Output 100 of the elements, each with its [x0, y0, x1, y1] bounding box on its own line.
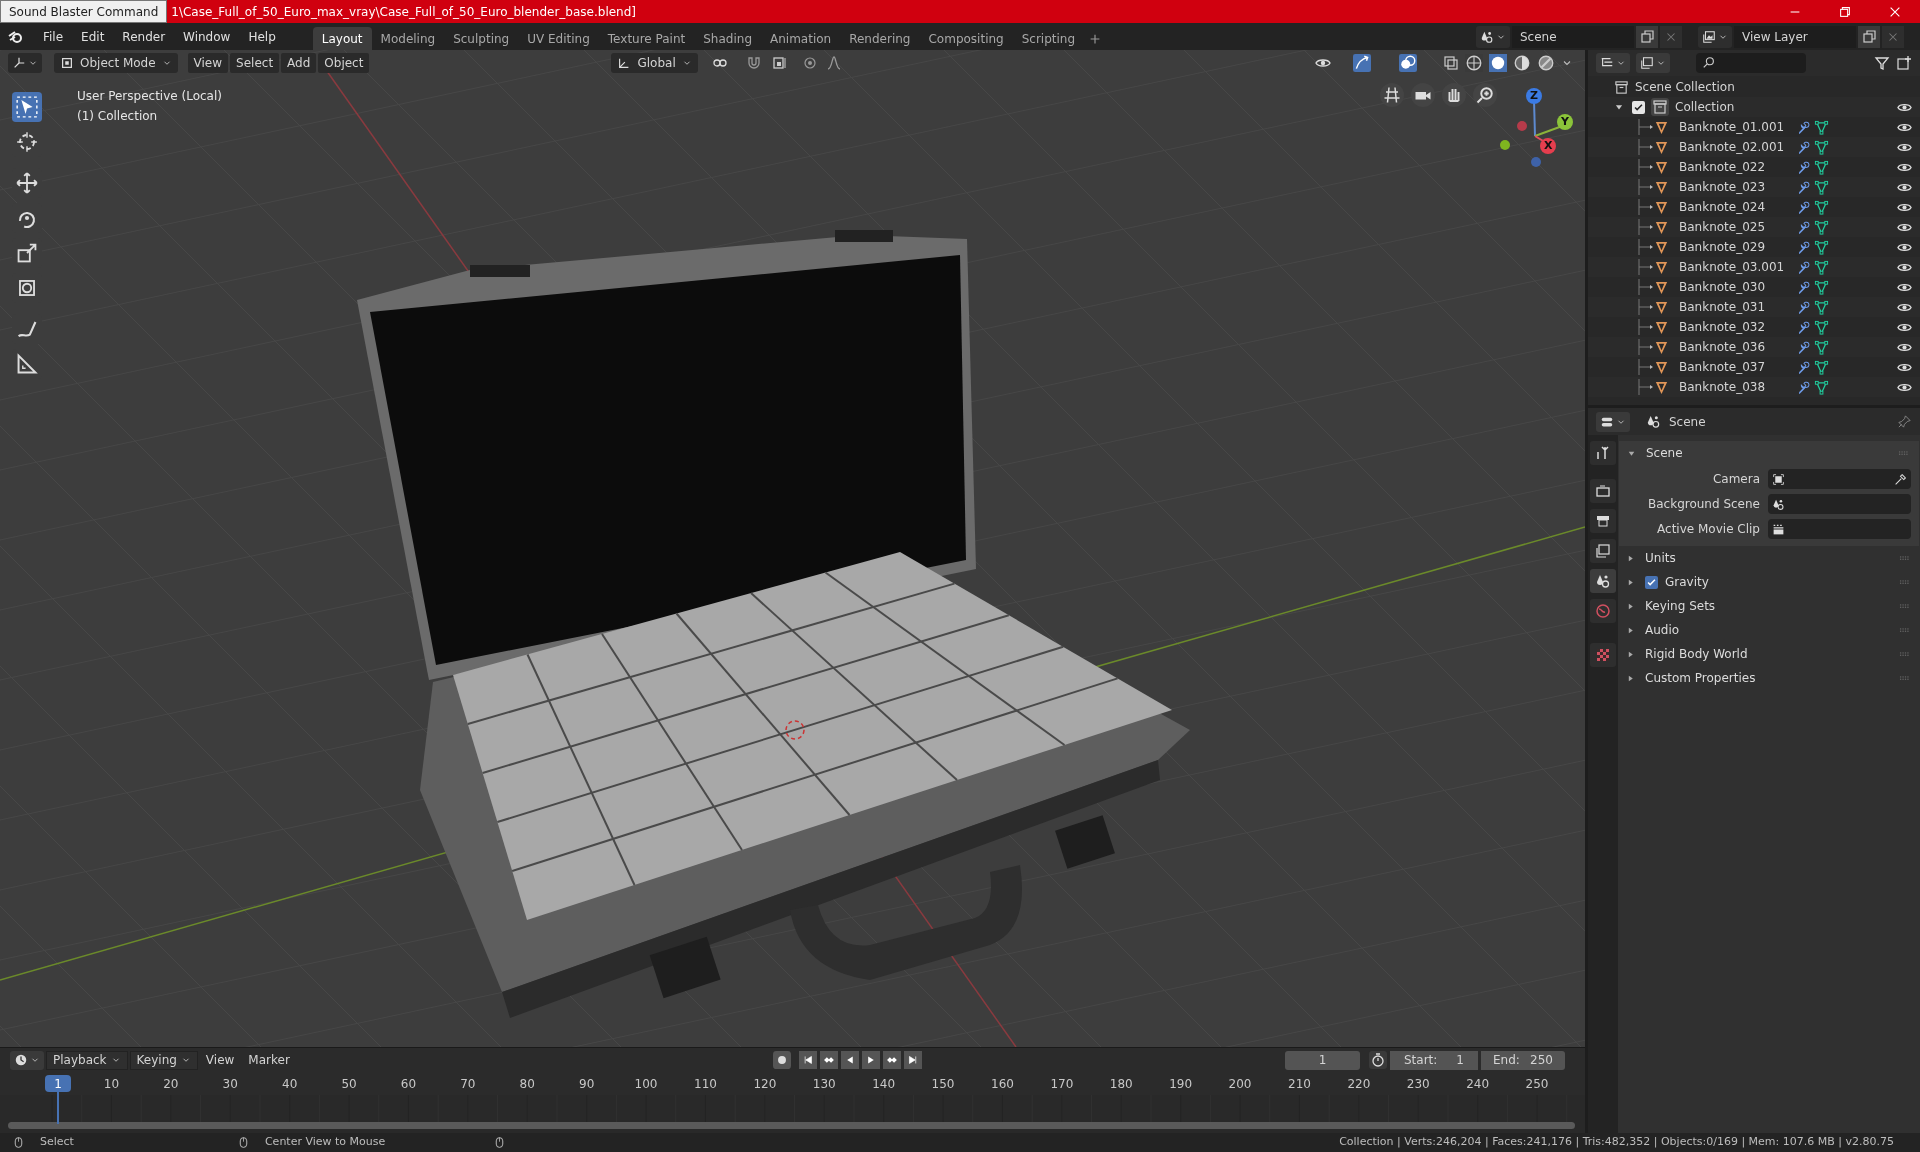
wrench-icon[interactable] — [1797, 280, 1811, 294]
tree-branch-icon[interactable] — [1638, 357, 1654, 377]
wrench-icon[interactable] — [1797, 340, 1811, 354]
display-mode-selector[interactable] — [1636, 53, 1670, 73]
outliner-item[interactable]: Banknote_025 — [1679, 218, 1791, 236]
workspace-tab[interactable]: UV Editing — [518, 27, 599, 50]
hand-icon[interactable] — [1442, 83, 1466, 107]
editor-type-selector[interactable] — [10, 1050, 44, 1070]
outliner-item[interactable]: Banknote_036 — [1679, 338, 1791, 356]
search-field[interactable] — [1696, 53, 1806, 73]
wrench-icon[interactable] — [1797, 140, 1811, 154]
grid-icon[interactable] — [1380, 83, 1404, 107]
wrench-icon[interactable] — [1797, 240, 1811, 254]
outliner-item[interactable]: Scene Collection — [1635, 78, 1735, 96]
mesh-data-icon[interactable] — [1814, 319, 1829, 335]
zoom-icon[interactable] — [1473, 83, 1497, 107]
view-layer-selector[interactable] — [1698, 25, 1732, 48]
panel-title[interactable]: Keying Sets — [1645, 597, 1716, 615]
select-box-icon[interactable] — [10, 92, 44, 122]
panel-title[interactable]: Scene — [1646, 444, 1683, 462]
panel-title[interactable]: Units — [1645, 549, 1676, 567]
menu-item[interactable]: Playback — [46, 1050, 128, 1070]
menu-item[interactable]: Marker — [242, 1050, 296, 1070]
camera-icon[interactable] — [1411, 83, 1435, 107]
checkbox[interactable] — [1632, 100, 1645, 114]
disclosure-triangle-icon[interactable] — [1626, 577, 1635, 587]
wrench-icon[interactable] — [1797, 160, 1811, 174]
checkbox[interactable] — [1645, 575, 1658, 589]
restore-icon[interactable] — [1838, 5, 1852, 19]
snap-icon[interactable] — [771, 54, 788, 71]
menu-item[interactable]: Render — [115, 25, 173, 48]
workspace-tab[interactable]: Rendering — [840, 27, 920, 50]
pin-icon[interactable] — [1897, 414, 1912, 429]
solid-shading-icon[interactable] — [1489, 53, 1507, 72]
workspace-tab[interactable]: Layout — [312, 27, 372, 50]
close-icon[interactable] — [1660, 25, 1682, 48]
outliner-item[interactable]: Banknote_031 — [1679, 298, 1791, 316]
filter-icon[interactable] — [1874, 55, 1890, 71]
panel-title[interactable]: Rigid Body World — [1645, 645, 1748, 663]
disclosure-triangle-icon[interactable] — [1626, 553, 1635, 563]
mesh-data-icon[interactable] — [1814, 159, 1829, 175]
wrench-icon[interactable] — [1797, 300, 1811, 314]
scrollbar[interactable] — [8, 1122, 1575, 1129]
disclosure-triangle-icon[interactable] — [1626, 649, 1635, 659]
xray-icon[interactable] — [1443, 54, 1459, 71]
workspace-tab[interactable]: Animation — [761, 27, 841, 50]
mesh-data-icon[interactable] — [1814, 279, 1829, 295]
stopwatch-icon[interactable] — [1369, 1051, 1387, 1069]
editor-type-selector[interactable] — [8, 52, 42, 73]
view-layer-field[interactable]: View Layer — [1734, 25, 1856, 48]
outliner-item[interactable]: Banknote_030 — [1679, 278, 1791, 296]
record-icon[interactable] — [772, 1051, 791, 1069]
copy-icon[interactable] — [1636, 25, 1658, 48]
tree-branch-icon[interactable] — [1638, 277, 1654, 297]
menu-item[interactable]: Keying — [129, 1050, 198, 1070]
menu-item[interactable]: Add — [281, 52, 317, 73]
proportional-edit-icon[interactable] — [801, 54, 818, 71]
outliner-item[interactable]: Banknote_03.001 — [1679, 258, 1791, 276]
current-frame-field[interactable]: 1 — [1285, 1050, 1360, 1070]
outliner-item[interactable]: Banknote_022 — [1679, 158, 1791, 176]
panel-title[interactable]: Gravity — [1665, 573, 1709, 591]
wrench-icon[interactable] — [1797, 180, 1811, 194]
workspace-tab[interactable]: Shading — [694, 27, 761, 50]
editor-type-selector[interactable] — [1596, 411, 1630, 432]
play-icon[interactable] — [860, 1051, 881, 1069]
scene-selector[interactable] — [1476, 25, 1510, 48]
mode-dropdown[interactable]: Object Mode — [54, 52, 178, 73]
panel-title[interactable]: Audio — [1645, 621, 1680, 639]
mesh-data-icon[interactable] — [1814, 299, 1829, 315]
tree-branch-icon[interactable] — [1638, 237, 1654, 257]
disclosure-triangle-icon[interactable] — [1614, 102, 1624, 112]
close-icon[interactable] — [1888, 5, 1902, 19]
mesh-data-icon[interactable] — [1814, 199, 1829, 215]
overlay-icon[interactable] — [1399, 53, 1417, 72]
menu-item[interactable]: Window — [176, 25, 238, 48]
navigation-gizmo-drawing[interactable] — [1500, 88, 1573, 167]
gizmo-icon[interactable] — [1353, 53, 1371, 72]
mesh-data-icon[interactable] — [1814, 339, 1829, 355]
panel-title[interactable]: Custom Properties — [1645, 669, 1756, 687]
jump-start-icon[interactable] — [797, 1051, 818, 1069]
disclosure-triangle-icon[interactable] — [1626, 601, 1635, 611]
workspace-tab[interactable]: Sculpting — [444, 27, 519, 50]
mesh-data-icon[interactable] — [1814, 219, 1829, 235]
mesh-data-icon[interactable] — [1814, 239, 1829, 255]
scene-field[interactable]: Scene — [1512, 25, 1634, 48]
wrench-icon[interactable] — [1797, 200, 1811, 214]
outliner-item[interactable]: Banknote_029 — [1679, 238, 1791, 256]
workspace-tab[interactable]: Modeling — [371, 27, 445, 50]
material-shading-icon[interactable] — [1513, 53, 1531, 72]
mesh-data-icon[interactable] — [1814, 379, 1829, 395]
wrench-icon[interactable] — [1797, 320, 1811, 334]
start-frame-field[interactable]: Start: 1 — [1390, 1050, 1478, 1070]
workspace-tab[interactable]: Texture Paint — [598, 27, 695, 50]
workspace-tab[interactable]: Compositing — [919, 27, 1013, 50]
object-field[interactable] — [1768, 494, 1911, 514]
wrench-icon[interactable] — [1797, 360, 1811, 374]
menu-item[interactable]: Select — [230, 52, 280, 73]
outliner-item[interactable]: Banknote_032 — [1679, 318, 1791, 336]
wrench-icon[interactable] — [1797, 260, 1811, 274]
menu-item[interactable]: File — [36, 25, 71, 48]
